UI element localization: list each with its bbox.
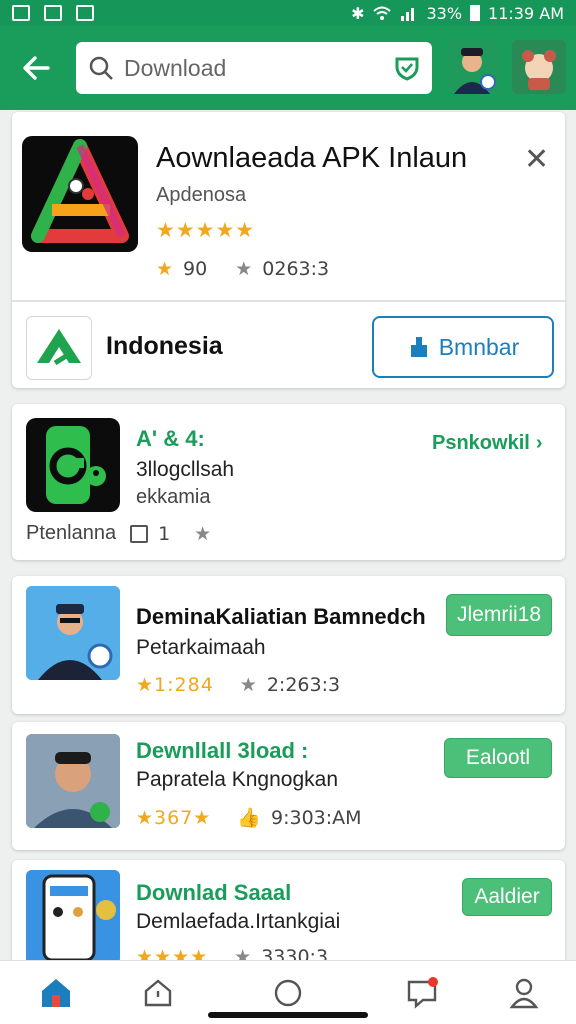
nav-home[interactable]: [36, 973, 76, 1013]
item-meta: Ptenlanna 1 ★: [26, 522, 211, 545]
app-icon: [26, 418, 120, 512]
item-meta: ★1:284 ★ 2:263:3: [136, 674, 340, 696]
app-bar: Download: [0, 26, 576, 110]
item-rating: ★1:284: [136, 674, 214, 696]
item-meta: ★367★ 👍 9:303:AM: [136, 806, 362, 830]
star-outline-icon: ★: [235, 258, 253, 280]
star-outline-icon: ★: [194, 522, 212, 545]
rating-stars: ★★★★★: [156, 219, 256, 242]
country-label: Indonesia: [106, 332, 223, 360]
item-subtitle: Papratela Kngnogkan: [136, 768, 338, 791]
item-meta-value: 9:303:AM: [271, 806, 362, 829]
app-developer: Apdenosa: [156, 184, 247, 206]
item-title: DeminaKaliatian Bamnedch: [136, 604, 426, 629]
item-count: 1: [158, 522, 171, 545]
item-subtitle: 3llogcllsah: [136, 458, 235, 481]
app-meta: ★ 90 ★ 0263:3: [156, 258, 329, 280]
star-outline-icon: ★: [239, 674, 257, 696]
app-icon: [26, 586, 120, 680]
home-indicator[interactable]: [208, 1012, 368, 1018]
list-item[interactable]: DeminaKaliatian Bamnedch Petarkaimaah ★1…: [12, 576, 565, 714]
avatar[interactable]: [448, 40, 500, 94]
details-link[interactable]: Psnkowkil ›: [432, 432, 542, 455]
message-icon: [407, 977, 438, 1009]
image-icon: [44, 5, 62, 21]
download-button[interactable]: Jlemrii18: [446, 594, 552, 636]
item-subtitle: Petarkaimaah: [136, 636, 266, 659]
clock: 11:39 AM: [488, 3, 564, 23]
search-input[interactable]: Download: [124, 55, 394, 82]
chevron-right-icon: ›: [535, 432, 543, 454]
install-button[interactable]: Bmnbar: [372, 316, 554, 378]
item-meta-value: 2:263:3: [266, 674, 341, 696]
wifi-icon: [373, 6, 392, 20]
nav-apps[interactable]: [138, 973, 178, 1013]
status-bar: ✱ 33% 11:39 AM: [0, 0, 576, 26]
download-icon: [410, 337, 427, 357]
rating-value: 90: [183, 258, 208, 280]
nav-home-circle[interactable]: [268, 973, 308, 1013]
signal-icon: [401, 8, 415, 21]
item-footer-label: Ptenlanna: [26, 522, 117, 544]
list-item[interactable]: Dewnllall 3load : Papratela Kngnogkan ★3…: [12, 722, 565, 850]
nav-messages[interactable]: [402, 973, 442, 1013]
circle-icon: [274, 979, 302, 1007]
app-icon: [26, 734, 120, 828]
house-outline-icon: [144, 979, 172, 1007]
search-bar[interactable]: Download: [76, 42, 432, 94]
install-button-label: Bmnbar: [438, 333, 520, 360]
close-icon[interactable]: ✕: [524, 142, 549, 177]
item-title: Dewnllall 3load :: [136, 738, 309, 763]
featured-app-card[interactable]: Aownlaeada APK Inlaun ✕ Apdenosa ★★★★★ ★…: [12, 112, 565, 388]
details-link-label: Psnkowkil: [432, 432, 530, 454]
battery-percent: 33%: [426, 3, 463, 23]
nav-profile[interactable]: [504, 973, 544, 1013]
download-button[interactable]: Aaldier: [462, 878, 552, 916]
item-description: ekkamia: [136, 486, 211, 508]
list-item[interactable]: A' & 4: 3llogcllsah ekkamia Ptenlanna 1 …: [12, 404, 565, 560]
gallery-icon: [12, 5, 30, 21]
app-notification-icon: [76, 5, 94, 21]
item-rating: ★367★: [136, 806, 212, 829]
divider: [12, 300, 565, 302]
app-icon: [22, 136, 138, 252]
download-button[interactable]: Ealootl: [444, 738, 552, 778]
country-logo: [26, 316, 92, 380]
user-icon: [509, 978, 539, 1009]
profile-avatar[interactable]: [512, 40, 566, 94]
thumbs-up-icon: 👍: [237, 807, 262, 829]
shield-check-icon[interactable]: [394, 55, 420, 81]
bluetooth-icon: ✱: [351, 3, 365, 23]
list-item[interactable]: Downlad Saaal Demlaefada.Irtankgiai ★★★★…: [12, 860, 565, 970]
star-icon: ★: [156, 258, 174, 280]
app-icon: [26, 870, 120, 964]
item-subtitle: Demlaefada.Irtankgiai: [136, 910, 341, 933]
checkbox-icon[interactable]: [130, 524, 149, 543]
search-icon: [89, 56, 113, 80]
battery-icon: [470, 5, 481, 21]
download-count: 0263:3: [262, 258, 330, 280]
home-icon: [42, 979, 70, 1007]
back-arrow-icon[interactable]: [18, 50, 54, 86]
item-title: A' & 4:: [136, 426, 205, 451]
item-title: Downlad Saaal: [136, 880, 292, 905]
app-title: Aownlaeada APK Inlaun: [156, 142, 468, 174]
